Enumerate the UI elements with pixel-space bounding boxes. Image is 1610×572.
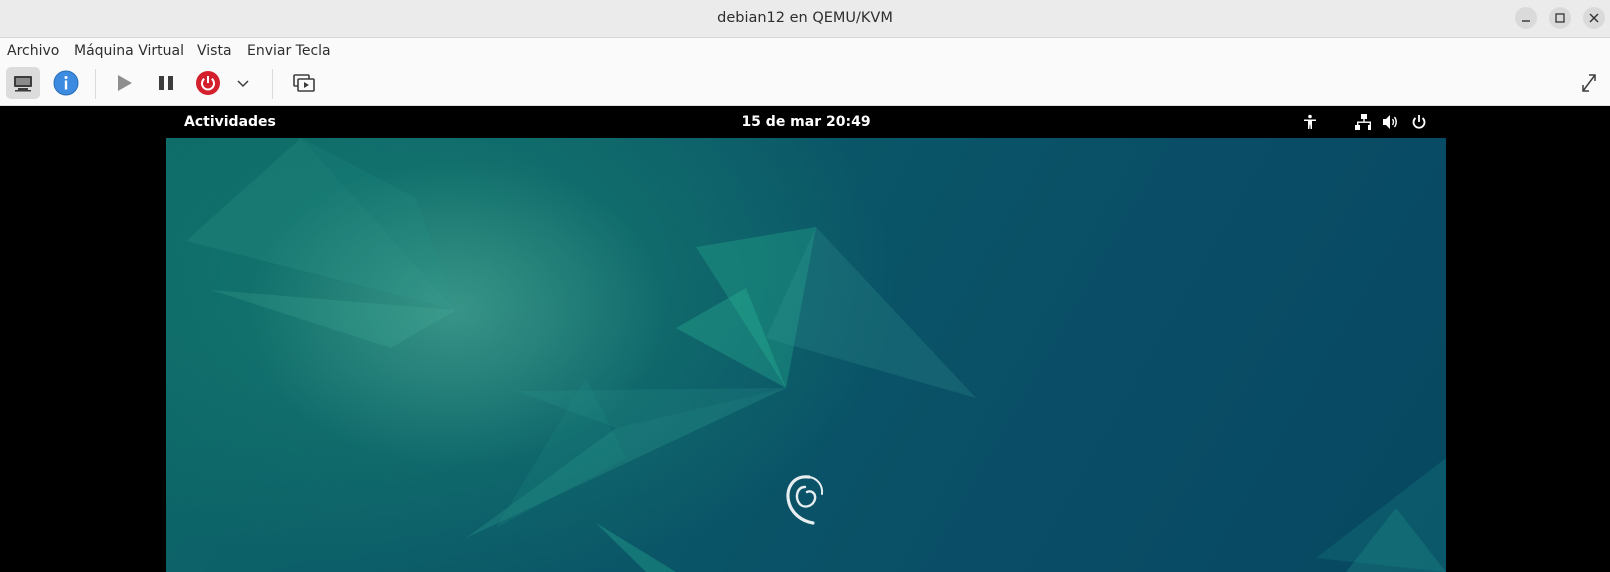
pause-icon bbox=[159, 76, 173, 90]
close-button[interactable] bbox=[1583, 7, 1605, 29]
power-menu-icon[interactable] bbox=[1411, 114, 1427, 130]
fullscreen-icon bbox=[1582, 74, 1596, 92]
details-button[interactable] bbox=[49, 67, 83, 99]
console-view-button[interactable] bbox=[6, 67, 40, 99]
pause-button[interactable] bbox=[149, 67, 183, 99]
monitor-icon bbox=[14, 76, 32, 92]
debian-swirl-icon bbox=[786, 475, 824, 525]
close-icon bbox=[1589, 13, 1599, 23]
chevron-down-icon bbox=[237, 80, 249, 88]
power-icon bbox=[196, 71, 220, 95]
shutdown-button[interactable] bbox=[191, 67, 225, 99]
window-title: debian12 en QEMU/KVM bbox=[717, 10, 893, 26]
menu-archivo[interactable]: Archivo bbox=[7, 38, 59, 64]
menu-maquina-virtual[interactable]: Máquina Virtual bbox=[74, 38, 184, 64]
vm-console[interactable]: Actividades 15 de mar 20:49 bbox=[0, 106, 1610, 572]
menu-bar: Archivo Máquina Virtual Vista Enviar Tec… bbox=[0, 38, 1610, 64]
toolbar-separator bbox=[272, 69, 273, 99]
snapshots-icon bbox=[293, 74, 315, 92]
menu-vista[interactable]: Vista bbox=[197, 38, 232, 64]
maximize-button[interactable] bbox=[1549, 7, 1571, 29]
guest-top-bar: Actividades 15 de mar 20:49 bbox=[166, 106, 1446, 138]
maximize-icon bbox=[1555, 13, 1565, 23]
shutdown-menu-button[interactable] bbox=[232, 67, 254, 99]
info-icon bbox=[53, 70, 79, 96]
minimize-icon bbox=[1522, 20, 1530, 22]
run-button[interactable] bbox=[107, 67, 141, 99]
clock[interactable]: 15 de mar 20:49 bbox=[166, 106, 1446, 138]
network-icon[interactable] bbox=[1355, 114, 1371, 130]
accessibility-icon[interactable] bbox=[1302, 114, 1318, 130]
fullscreen-button[interactable] bbox=[1571, 67, 1605, 99]
virt-manager-window: debian12 en QEMU/KVM Archivo Máquina Vir… bbox=[0, 0, 1610, 572]
snapshots-button[interactable] bbox=[287, 67, 321, 99]
minimize-button[interactable] bbox=[1515, 7, 1537, 29]
menu-enviar-tecla[interactable]: Enviar Tecla bbox=[247, 38, 331, 64]
volume-icon[interactable] bbox=[1382, 114, 1398, 130]
toolbar-separator bbox=[95, 69, 96, 99]
toolbar bbox=[0, 64, 1610, 106]
play-icon bbox=[118, 75, 132, 91]
guest-desktop[interactable] bbox=[166, 138, 1446, 572]
title-bar[interactable]: debian12 en QEMU/KVM bbox=[0, 0, 1610, 38]
